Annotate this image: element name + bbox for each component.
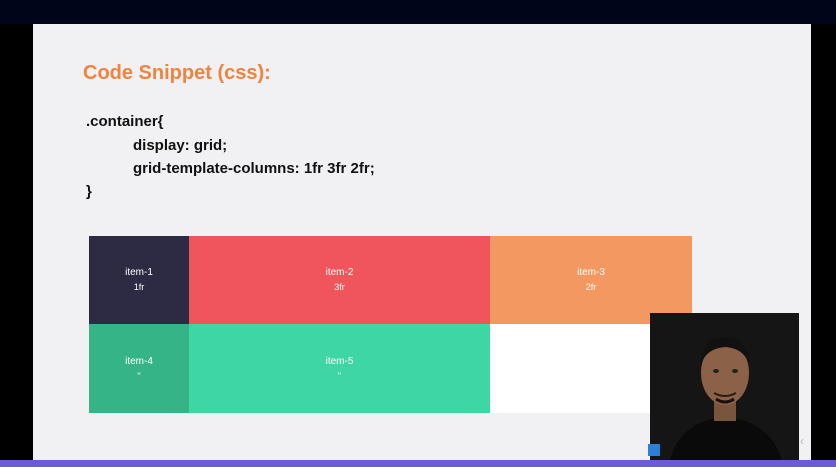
code-line-1: .container{	[86, 113, 164, 130]
top-bar	[0, 0, 836, 24]
grid-item-1: item-1 1fr	[89, 236, 189, 324]
code-line-2: display: grid;	[133, 137, 228, 154]
grid-item-sub: "	[337, 370, 342, 381]
grid-item-sub: 1fr	[133, 282, 145, 292]
grid-demo: item-1 1fr item-2 3fr item-3 2fr item-4 …	[89, 236, 692, 413]
grid-item-sub: "	[137, 370, 141, 381]
edit-icon[interactable]	[648, 444, 660, 456]
grid-item-label: item-1	[125, 267, 153, 278]
grid-item-label: item-2	[325, 267, 354, 278]
code-line-4: }	[86, 183, 92, 200]
grid-item-label: item-5	[325, 355, 354, 367]
presenter-figure	[650, 313, 799, 460]
grid-item-3: item-3 2fr	[490, 236, 692, 324]
grid-item-sub: 3fr	[334, 282, 345, 292]
code-line-3: grid-template-columns: 1fr 3fr 2fr;	[133, 160, 375, 177]
grid-item-label: item-3	[577, 267, 605, 278]
slide-title: Code Snippet (css):	[83, 62, 271, 84]
grid-item-5: item-5 "	[189, 324, 490, 413]
progress-bar[interactable]	[0, 460, 836, 467]
grid-item-sub: 2fr	[585, 282, 597, 292]
grid-item-label: item-4	[125, 355, 153, 367]
grid-item-2: item-2 3fr	[189, 236, 490, 324]
chevron-left-icon[interactable]: ‹	[800, 434, 810, 452]
grid-item-4: item-4 "	[89, 324, 189, 413]
presenter-video[interactable]	[650, 313, 799, 460]
